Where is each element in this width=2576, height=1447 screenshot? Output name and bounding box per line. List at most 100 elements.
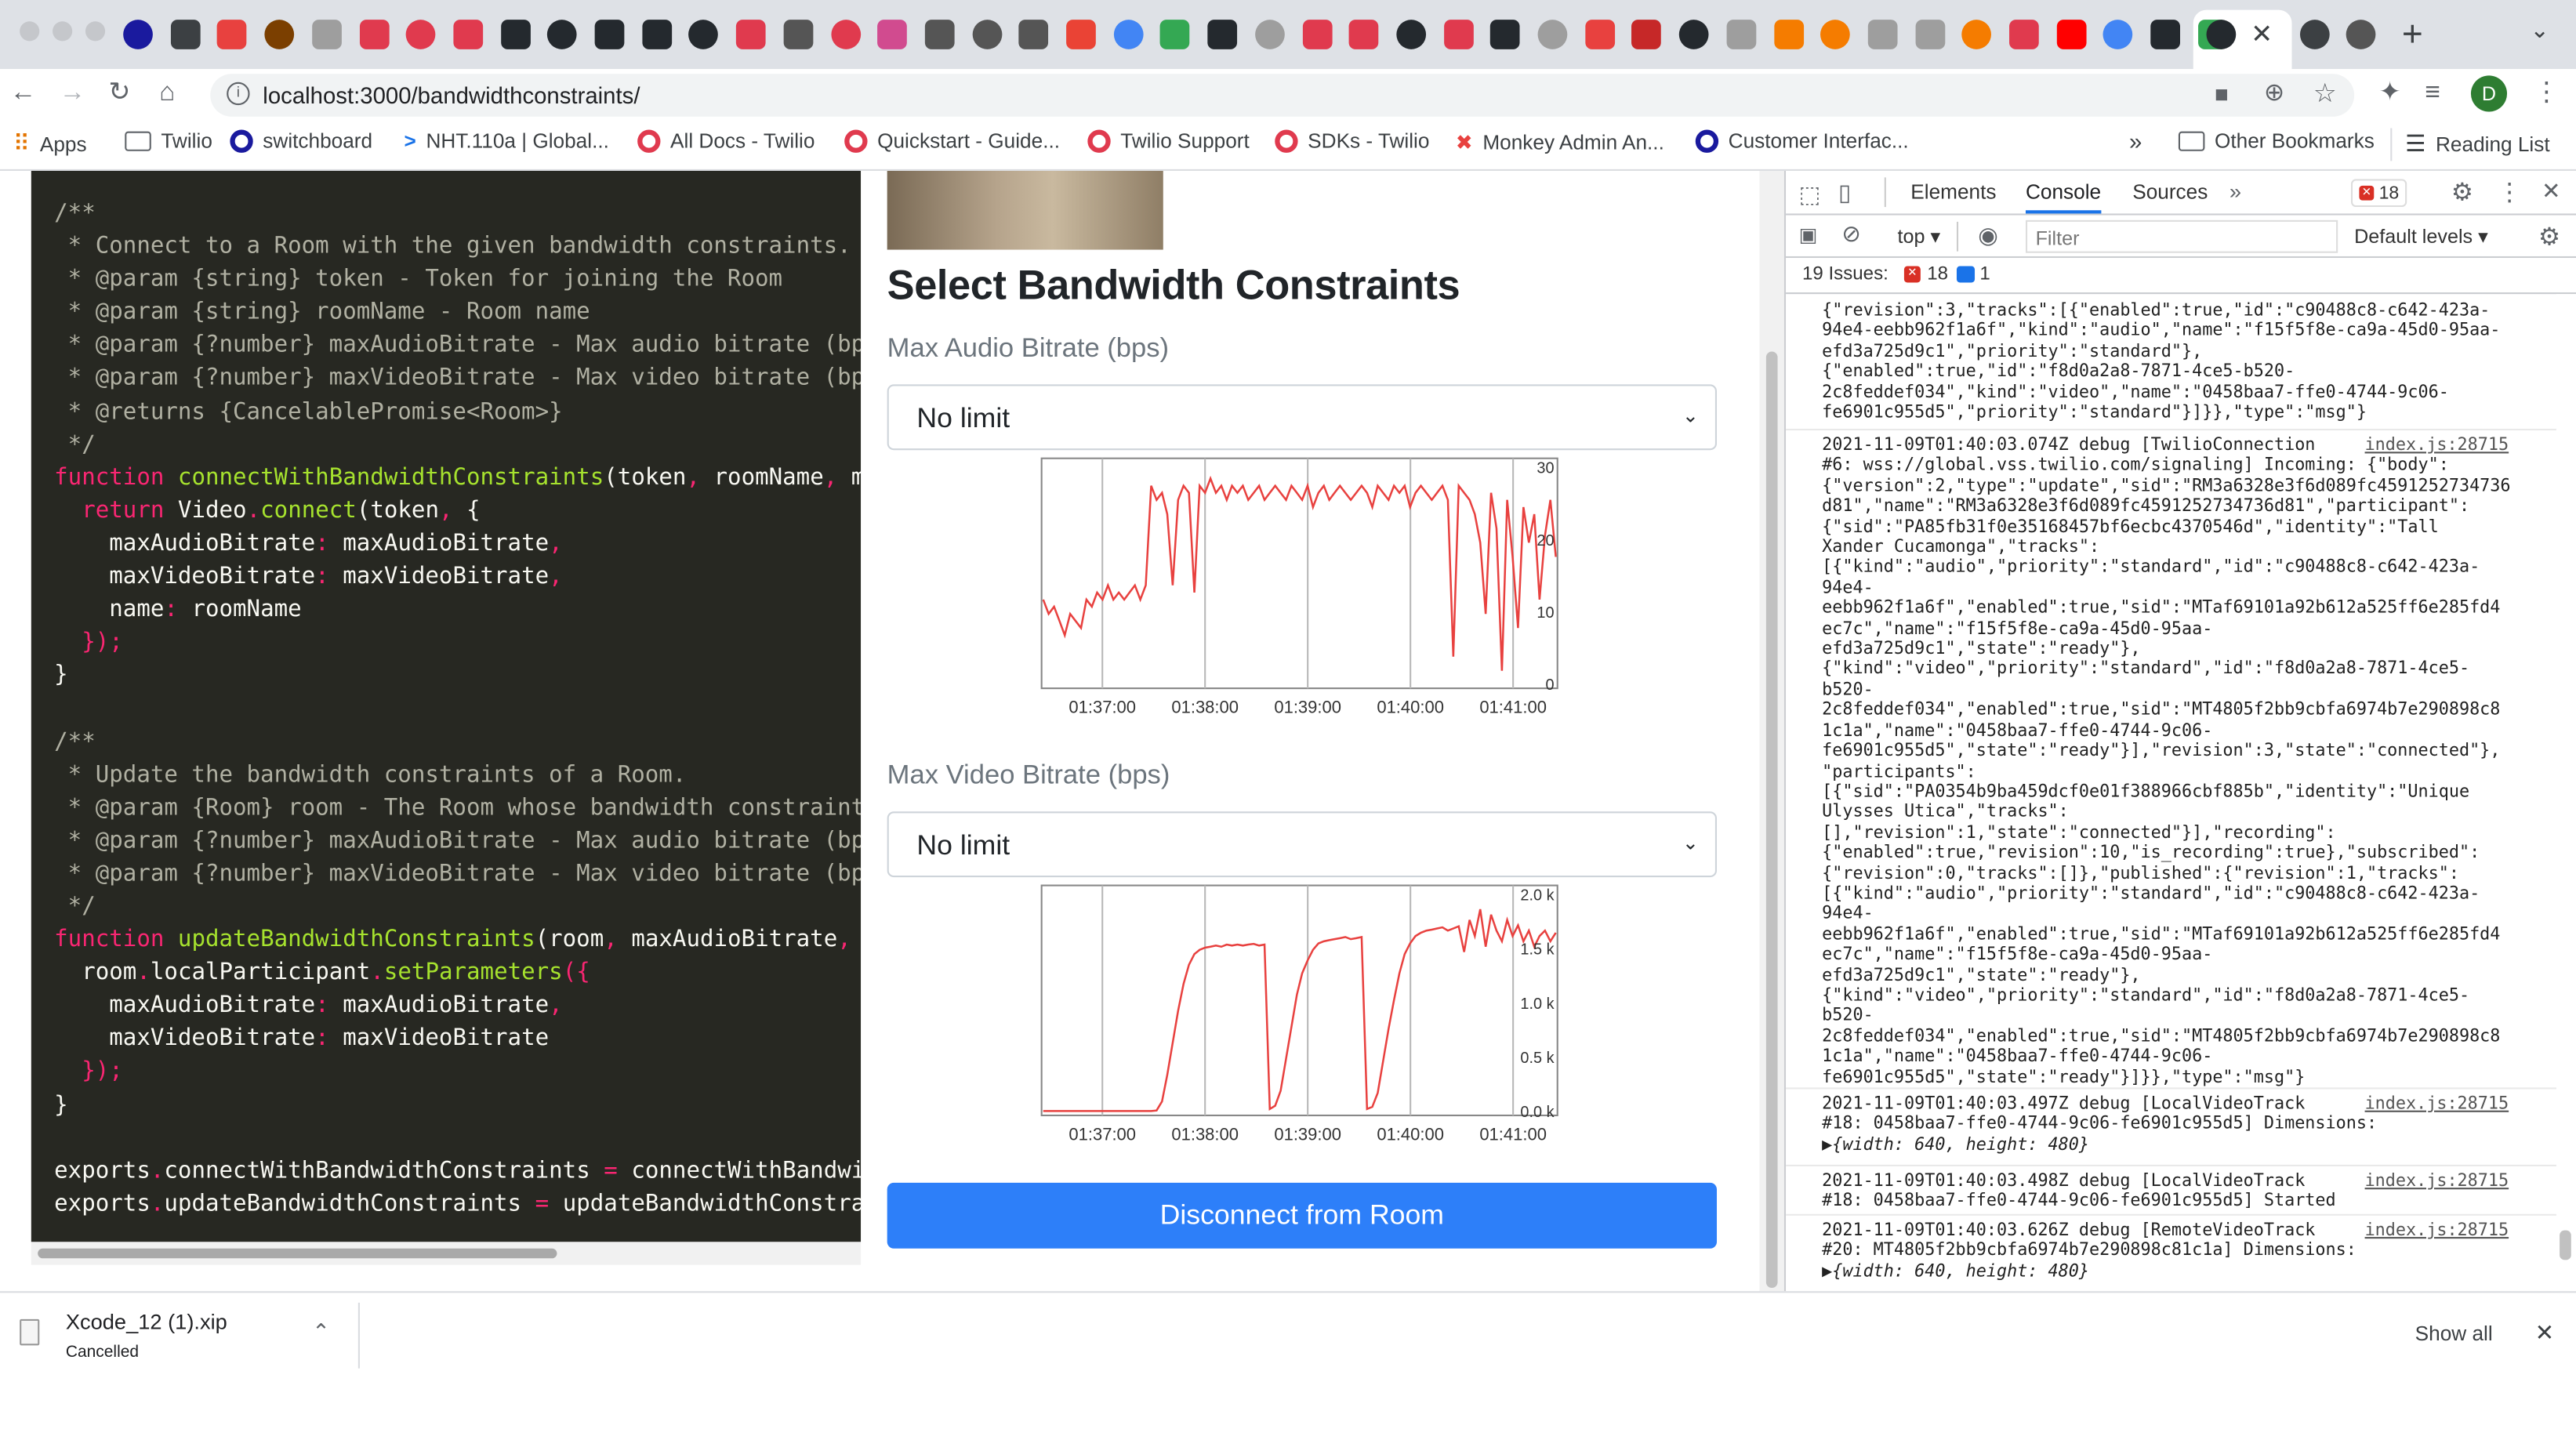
tab-favicon-icon[interactable] — [453, 20, 483, 49]
bookmark-item[interactable]: All Docs - Twilio — [637, 129, 815, 153]
url-text[interactable]: localhost:3000/bandwidthconstraints/ — [263, 82, 640, 109]
context-selector[interactable]: top ▾ — [1898, 225, 1941, 248]
more-tabs-icon[interactable]: » — [2230, 179, 2241, 203]
tab-favicon-icon[interactable] — [2056, 20, 2086, 49]
window-zoom-dot[interactable] — [85, 21, 106, 42]
console-scrollbar[interactable] — [2556, 294, 2576, 1292]
devtools-menu-icon[interactable]: ⋮ — [2497, 177, 2521, 207]
window-minimize-dot[interactable] — [53, 21, 73, 42]
page-vertical-scrollbar[interactable] — [1759, 170, 1784, 1292]
tab-favicon-icon[interactable] — [311, 20, 342, 49]
bookmark-star-icon[interactable]: ☆ — [2313, 77, 2337, 110]
device-toolbar-icon[interactable]: ▯ — [1838, 179, 1851, 207]
tab-favicon-icon[interactable] — [547, 20, 578, 49]
console-message[interactable]: {"revision":3,"tracks":[{"enabled":true,… — [1822, 301, 2512, 423]
tab-favicon-icon[interactable] — [1961, 20, 1992, 49]
tab-favicon-icon[interactable] — [736, 20, 766, 49]
inspect-element-icon[interactable]: ⬚ — [1799, 181, 1821, 209]
forward-icon[interactable]: → — [59, 79, 85, 109]
chevron-up-icon[interactable]: ⌃ — [312, 1319, 330, 1346]
tab-favicon-icon[interactable] — [1584, 20, 1615, 49]
tab-favicon-icon[interactable] — [123, 20, 153, 49]
tab-favicon-icon[interactable] — [1726, 20, 1756, 49]
tab-favicon-icon[interactable] — [1914, 20, 1945, 49]
tab-favicon-icon[interactable] — [2150, 20, 2181, 49]
tab-favicon-icon[interactable] — [1348, 20, 1379, 49]
tab-search-chevron-icon[interactable]: ⌄ — [2530, 16, 2549, 45]
tab-favicon-icon[interactable] — [1018, 20, 1049, 49]
tab-favicon-icon[interactable] — [2346, 20, 2376, 49]
console-source-link[interactable]: index.js:28715 — [2365, 1171, 2509, 1191]
home-icon[interactable]: ⌂ — [159, 79, 175, 109]
console-settings-icon[interactable]: ⚙ — [2538, 222, 2560, 252]
console-filter-input[interactable]: Filter — [2025, 219, 2338, 253]
other-bookmarks[interactable]: Other Bookmarks — [2178, 130, 2375, 153]
devtools-tab-console[interactable]: Console — [2025, 181, 2102, 214]
log-levels-dropdown[interactable]: Default levels ▾ — [2354, 225, 2488, 248]
tab-favicon-icon[interactable] — [783, 20, 813, 49]
close-tab-icon[interactable]: ✕ — [2251, 18, 2273, 51]
tab-favicon-icon[interactable] — [1113, 20, 1143, 49]
tab-favicon-icon[interactable] — [1443, 20, 1473, 49]
tab-favicon-icon[interactable] — [830, 20, 861, 49]
extensions-icon[interactable]: ✦ — [2379, 79, 2401, 109]
console-source-link[interactable]: index.js:28715 — [2365, 1094, 2509, 1115]
devtools-tab-sources[interactable]: Sources — [2132, 181, 2208, 204]
reading-list-icon[interactable]: ≡ — [2425, 79, 2440, 109]
tab-favicon-icon[interactable] — [1537, 20, 1568, 49]
video-bitrate-select[interactable]: No limit ⌄ — [887, 811, 1718, 878]
tab-favicon-icon[interactable] — [1207, 20, 1238, 49]
devtools-close-icon[interactable]: ✕ — [2542, 177, 2561, 205]
clear-console-icon[interactable]: ⊘ — [1841, 220, 1861, 248]
camera-icon[interactable]: ■ — [2215, 81, 2229, 107]
bookmark-item[interactable]: ⠿ Apps — [13, 130, 87, 158]
console-source-link[interactable]: index.js:28715 — [2365, 435, 2509, 455]
reload-icon[interactable]: ↻ — [108, 79, 130, 109]
tab-favicon-icon[interactable] — [264, 20, 295, 49]
tab-favicon-icon[interactable] — [1396, 20, 1426, 49]
devtools-settings-icon[interactable]: ⚙ — [2451, 177, 2473, 207]
devtools-tab-elements[interactable]: Elements — [1910, 181, 1996, 204]
browser-menu-icon[interactable]: ⋮ — [2534, 79, 2560, 109]
tab-favicon-icon[interactable] — [1679, 20, 1709, 49]
audio-bitrate-select[interactable]: No limit ⌄ — [887, 384, 1718, 451]
code-horizontal-scrollbar[interactable] — [31, 1242, 862, 1265]
tab-favicon-icon[interactable] — [1066, 20, 1096, 49]
tab-favicon-icon[interactable] — [500, 20, 531, 49]
bookmark-item[interactable]: SDKs - Twilio — [1275, 129, 1429, 153]
site-info-icon[interactable]: i — [227, 82, 250, 106]
console-messages[interactable]: {"revision":3,"tracks":[{"enabled":true,… — [1786, 294, 2576, 1291]
tab-favicon-icon[interactable] — [1867, 20, 1898, 49]
tab-favicon-icon[interactable] — [688, 20, 719, 49]
disconnect-button[interactable]: Disconnect from Room — [887, 1182, 1718, 1249]
reading-list[interactable]: ☰ Reading List — [2405, 130, 2550, 158]
tab-favicon-icon[interactable] — [1773, 20, 1804, 49]
code-editor[interactable]: /** * Connect to a Room with the given b… — [31, 170, 862, 1242]
bookmark-item[interactable]: > NHT.110a | Global... — [405, 130, 609, 153]
tab-favicon-icon[interactable] — [1301, 20, 1332, 49]
bookmark-item[interactable]: Twilio Support — [1087, 129, 1250, 153]
tab-favicon-icon[interactable] — [1254, 20, 1285, 49]
tab-favicon-icon[interactable] — [594, 20, 625, 49]
tab-favicon-icon[interactable] — [641, 20, 672, 49]
live-expression-eye-icon[interactable]: ◉ — [1978, 222, 1998, 250]
download-file-name[interactable]: Xcode_12 (1).xip — [66, 1309, 227, 1333]
show-all-button[interactable]: Show all — [2415, 1322, 2493, 1345]
tab-favicon-icon[interactable] — [2009, 20, 2039, 49]
bookmark-item[interactable]: Customer Interfac... — [1695, 129, 1909, 153]
tab-favicon-icon[interactable] — [1631, 20, 1662, 49]
bookmark-item[interactable]: switchboard — [230, 129, 372, 153]
tab-favicon-icon[interactable] — [924, 20, 955, 49]
bookmark-item[interactable]: Quickstart - Guide... — [844, 129, 1060, 153]
sidebar-toggle-icon[interactable]: ▣ — [1799, 223, 1818, 246]
bookmark-item[interactable]: Twilio — [125, 130, 212, 153]
console-source-link[interactable]: index.js:28715 — [2365, 1220, 2509, 1241]
tab-favicon-icon[interactable] — [1820, 20, 1851, 49]
new-tab-icon[interactable]: + — [2402, 13, 2423, 56]
back-icon[interactable]: ← — [10, 79, 37, 109]
bookmarks-overflow-icon[interactable]: » — [2129, 128, 2142, 154]
close-shelf-icon[interactable]: ✕ — [2535, 1319, 2555, 1347]
tab-favicon-icon[interactable] — [358, 20, 389, 49]
profile-avatar[interactable]: D — [2470, 75, 2508, 112]
tab-favicon-icon[interactable] — [217, 20, 248, 49]
